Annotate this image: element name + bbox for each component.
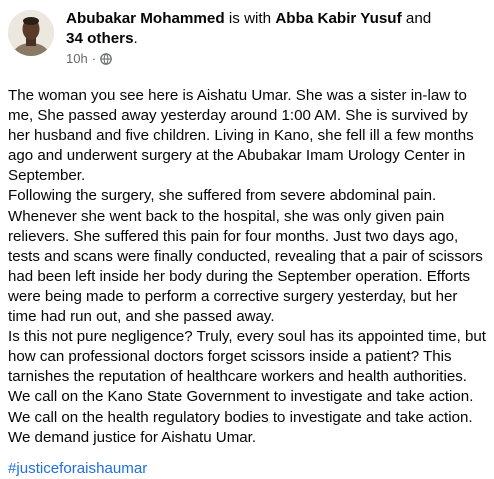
and-connector: and <box>405 10 432 27</box>
paragraph-5: We call on the health regulatory bodies … <box>8 408 473 426</box>
author-name[interactable]: Abubakar Mohammed <box>66 10 225 27</box>
globe-icon[interactable] <box>100 53 112 65</box>
separator-dot: · <box>91 51 97 66</box>
paragraph-2: Following the surgery, she suffered from… <box>8 187 483 326</box>
paragraph-4: We call on the Kano State Government to … <box>8 388 474 406</box>
author-line: Abubakar Mohammed is with Abba Kabir Yus… <box>66 9 431 49</box>
tagged-name[interactable]: Abba Kabir Yusuf <box>275 10 401 27</box>
avatar-image <box>8 10 54 56</box>
hashtag-link[interactable]: #justiceforaishaumar <box>8 459 147 479</box>
paragraph-6: We demand justice for Aishatu Umar. <box>8 428 257 446</box>
post-meta: Abubakar Mohammed is with Abba Kabir Yus… <box>66 9 431 67</box>
paragraph-1: The woman you see here is Aishatu Umar. … <box>8 87 474 185</box>
with-connector: is with <box>228 10 272 27</box>
post-subline: 10h · <box>66 51 431 67</box>
others-link[interactable]: 34 others <box>66 30 134 47</box>
paragraph-3: Is this not pure negligence? Truly, ever… <box>8 328 486 386</box>
post-header: Abubakar Mohammed is with Abba Kabir Yus… <box>8 8 484 67</box>
post-card: Abubakar Mohammed is with Abba Kabir Yus… <box>0 0 494 477</box>
period: . <box>133 30 138 47</box>
post-body: The woman you see here is Aishatu Umar. … <box>8 86 486 448</box>
avatar[interactable] <box>8 10 54 56</box>
timestamp[interactable]: 10h <box>66 51 88 67</box>
